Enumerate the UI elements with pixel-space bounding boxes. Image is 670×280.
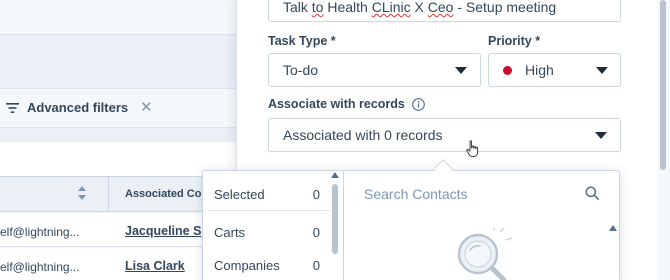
advanced-filters-label: Advanced filters	[27, 100, 129, 115]
chevron-down-icon	[596, 67, 608, 74]
scroll-up-icon[interactable]	[331, 172, 339, 178]
priority-select[interactable]: High	[488, 53, 621, 87]
associate-label: Associate with records	[268, 97, 405, 111]
scroll-up-icon[interactable]	[609, 225, 617, 231]
category-selected[interactable]: Selected 0	[214, 187, 320, 202]
category-companies[interactable]: Companies 0	[214, 258, 320, 273]
filter-icon	[6, 102, 19, 113]
priority-label: Priority *	[488, 34, 541, 48]
info-icon[interactable]	[412, 98, 425, 111]
task-type-value: To-do	[283, 62, 319, 78]
sort-icon[interactable]	[78, 186, 86, 200]
search-placeholder: Search Contacts	[364, 186, 468, 202]
panel-scrollbar-thumb[interactable]	[660, 0, 666, 170]
search-icon[interactable]	[585, 186, 599, 200]
task-type-label: Task Type *	[268, 34, 336, 48]
category-scrollbar-thumb[interactable]	[332, 184, 338, 254]
category-carts[interactable]: Carts 0	[214, 225, 320, 240]
priority-indicator	[503, 66, 512, 75]
background-spacer	[0, 142, 236, 176]
chevron-down-icon	[455, 67, 467, 74]
column-divider	[108, 176, 109, 212]
cell-email: elf@lightning...	[0, 225, 80, 239]
task-title-input[interactable]: Talk to Health CLinic X Ceo - Setup meet…	[268, 0, 621, 22]
advanced-filters-button[interactable]: Advanced filters	[6, 100, 128, 115]
cell-email: elf@lightning...	[0, 260, 80, 274]
contact-link[interactable]: Lisa Clark	[125, 259, 185, 273]
cursor-icon	[466, 140, 479, 158]
associate-value: Associated with 0 records	[283, 127, 443, 143]
column-header-associated[interactable]: Associated Con	[125, 188, 208, 200]
priority-value: High	[525, 62, 554, 78]
chevron-down-icon	[595, 132, 607, 139]
task-type-select[interactable]: To-do	[268, 53, 481, 87]
dropdown-divider	[343, 171, 344, 280]
associate-records-select[interactable]: Associated with 0 records	[268, 118, 621, 152]
magnifier-illustration	[457, 228, 513, 280]
contact-link[interactable]: Jacqueline S	[125, 224, 201, 238]
close-icon[interactable]: ✕	[140, 100, 153, 116]
category-divider	[208, 210, 330, 211]
